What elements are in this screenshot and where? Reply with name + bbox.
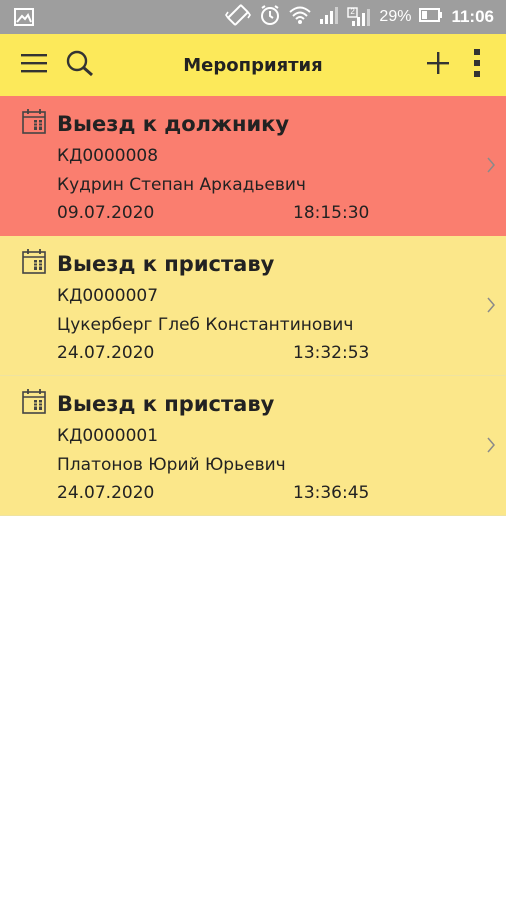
wifi-icon bbox=[289, 5, 312, 30]
plus-icon bbox=[425, 50, 451, 80]
status-bar: 2 29% 11:06 bbox=[0, 0, 506, 34]
clock: 11:06 bbox=[451, 7, 494, 26]
calendar-icon bbox=[22, 108, 46, 138]
event-time: 18:15:30 bbox=[293, 203, 370, 223]
event-title: Выезд к приставу bbox=[57, 252, 275, 276]
signal-sim1-icon bbox=[319, 5, 339, 30]
event-date: 09.07.2020 bbox=[57, 203, 155, 223]
calendar-icon bbox=[22, 248, 46, 278]
event-title: Выезд к приставу bbox=[57, 392, 275, 416]
events-list: Выезд к должнику КД0000008 Кудрин Степан… bbox=[0, 96, 506, 516]
menu-button[interactable] bbox=[14, 34, 54, 96]
more-options-button[interactable] bbox=[462, 34, 492, 96]
event-list-item[interactable]: Выезд к приставу КД0000001 Платонов Юрий… bbox=[0, 376, 506, 516]
chevron-right-icon bbox=[486, 436, 496, 458]
search-icon bbox=[65, 49, 95, 81]
alarm-icon bbox=[259, 4, 281, 31]
chevron-right-icon bbox=[486, 296, 496, 318]
event-person: Кудрин Степан Аркадьевич bbox=[57, 175, 306, 195]
vibrate-icon bbox=[225, 4, 252, 31]
calendar-icon bbox=[22, 388, 46, 418]
event-date: 24.07.2020 bbox=[57, 343, 155, 363]
event-code: КД0000007 bbox=[57, 286, 159, 306]
event-code: КД0000001 bbox=[57, 426, 159, 446]
chevron-right-icon bbox=[486, 156, 496, 178]
sim2-label: 2 bbox=[350, 7, 355, 16]
battery-percent: 29% bbox=[379, 8, 412, 25]
event-code: КД0000008 bbox=[57, 146, 159, 166]
add-button[interactable] bbox=[420, 34, 456, 96]
signal-sim2-icon: 2 bbox=[347, 7, 371, 27]
search-button[interactable] bbox=[60, 34, 100, 96]
event-title: Выезд к должнику bbox=[57, 112, 290, 136]
event-date: 24.07.2020 bbox=[57, 483, 155, 503]
event-time: 13:36:45 bbox=[293, 483, 370, 503]
event-person: Цукерберг Глеб Константинович bbox=[57, 315, 354, 335]
event-list-item[interactable]: Выезд к приставу КД0000007 Цукерберг Гле… bbox=[0, 236, 506, 376]
app-toolbar: Мероприятия bbox=[0, 34, 506, 96]
more-vertical-icon bbox=[472, 48, 482, 82]
hamburger-menu-icon bbox=[20, 52, 48, 78]
event-time: 13:32:53 bbox=[293, 343, 370, 363]
battery-icon bbox=[419, 7, 443, 27]
event-list-item[interactable]: Выезд к должнику КД0000008 Кудрин Степан… bbox=[0, 96, 506, 236]
gallery-notification-icon bbox=[14, 8, 34, 31]
event-person: Платонов Юрий Юрьевич bbox=[57, 455, 286, 475]
